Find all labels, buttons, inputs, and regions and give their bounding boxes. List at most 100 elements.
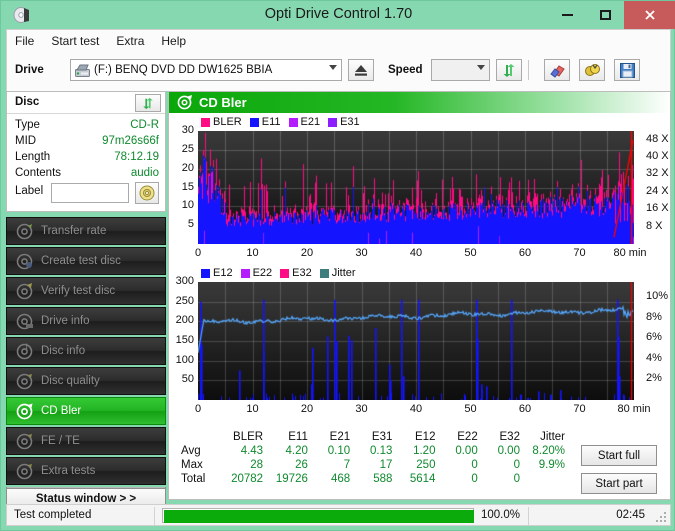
sidebar-item-label: CD Bler	[41, 405, 82, 417]
progress-fill	[164, 510, 474, 523]
maximize-icon	[599, 10, 611, 20]
axis-tick-label: 8 X	[646, 219, 663, 232]
axis-tick-label: 4%	[646, 351, 662, 364]
axis-tick-label: 20	[300, 247, 314, 259]
stats-header-row: BLER E11 E21 E31 E12 E22 E32 Jitter	[179, 430, 569, 444]
axis-tick-label: 80 min	[617, 403, 651, 415]
bler-chart: BLER E11 E21 E31 5 10 15 20 25 30 8 X 16 X 24 X…	[169, 113, 670, 268]
close-button[interactable]	[624, 1, 675, 29]
stats-cell: 5614	[409, 473, 436, 485]
label-pick-button[interactable]	[135, 182, 159, 204]
legend-item-e32: E32	[280, 267, 312, 279]
menu-item-file[interactable]: File	[15, 34, 34, 48]
bler-legend: BLER E11 E21 E31	[201, 116, 365, 128]
disc-row-key: Type	[15, 119, 40, 131]
disc-info-panel: Disc Type CD-R MID 97m26s66f Length 78:1…	[6, 91, 166, 212]
drive-select[interactable]: (F:) BENQ DVD DD DW1625 BBIA	[70, 59, 342, 81]
menu-item-extra[interactable]: Extra	[116, 34, 144, 48]
title-bar: Opti Drive Control 1.70	[1, 1, 675, 29]
speed-select[interactable]	[431, 59, 490, 81]
axis-tick-label: 10%	[646, 290, 669, 303]
e12-jitter-chart: E12 E22 E32 Jitter 50 100 150 200 250 300 2% 4…	[169, 264, 670, 424]
sidebar-item-create-test-disc[interactable]: Create test disc	[6, 247, 166, 275]
drive-select-value: (F:) BENQ DVD DD DW1625 BBIA	[94, 64, 273, 76]
menu-item-help[interactable]: Help	[161, 34, 186, 48]
stats-cell: 0	[513, 459, 520, 471]
stats-cell: 0	[471, 473, 478, 485]
label-key: Label	[15, 185, 44, 197]
stats-col-e12: E12	[415, 431, 436, 443]
axis-tick-label: 150	[175, 334, 194, 346]
disc-icon	[16, 313, 33, 329]
sidebar-item-disc-quality[interactable]: Disc quality	[6, 367, 166, 395]
sidebar-item-cd-bler[interactable]: CD Bler	[6, 397, 166, 425]
stats-cell: 250	[416, 459, 436, 471]
elapsed-time: 02:45	[616, 509, 645, 521]
legend-label: E22	[252, 267, 273, 279]
sidebar-item-label: Create test disc	[41, 255, 121, 267]
disc-refresh-button[interactable]	[135, 94, 161, 112]
legend-label: E21	[300, 116, 321, 128]
save-button[interactable]	[614, 59, 640, 81]
start-part-button[interactable]: Start part	[581, 473, 657, 494]
start-full-button[interactable]: Start full	[581, 445, 657, 466]
stats-cell: 468	[330, 473, 351, 485]
axis-tick-label: 0	[194, 403, 202, 415]
bookmark-button[interactable]	[579, 59, 605, 81]
stats-cell: 1.20	[413, 445, 436, 457]
bler-axis-ticks	[634, 131, 644, 244]
disc-icon	[16, 282, 33, 299]
legend-item-e12: E12	[201, 267, 233, 279]
e12-legend: E12 E22 E32 Jitter	[201, 267, 361, 279]
disc-icon	[139, 185, 155, 201]
resize-grip[interactable]	[656, 512, 666, 522]
disc-row-mid: MID 97m26s66f	[15, 135, 159, 152]
minimize-button[interactable]	[548, 1, 586, 29]
stats-row-label: Total	[181, 473, 206, 485]
drive-label: Drive	[15, 64, 44, 76]
main-panel-title: CD Bler	[199, 95, 247, 110]
table-row: Total 20782 19726 468 588 5614 0 0	[179, 472, 569, 486]
sidebar-item-verify-test-disc[interactable]: Verify test disc	[6, 277, 166, 305]
menu-bar: File Start test Extra Help	[6, 29, 671, 51]
stats-cell: 9.9%	[538, 459, 565, 471]
axis-tick-label: 80 min	[613, 247, 647, 259]
label-field-label: Label	[15, 185, 55, 202]
maximize-button[interactable]	[586, 1, 624, 29]
window-controls	[548, 1, 675, 29]
refresh-button[interactable]	[496, 59, 522, 81]
stats-cell	[524, 472, 569, 486]
sidebar-item-label: Verify test disc	[41, 285, 116, 297]
progress-bar	[162, 508, 474, 523]
sidebar-item-extra-tests[interactable]: Extra tests	[6, 457, 166, 485]
disc-icon	[16, 403, 33, 419]
drive-icon	[75, 64, 90, 77]
bler-plot-area	[198, 131, 634, 244]
axis-tick-label: 30	[181, 124, 194, 136]
axis-tick-label: 16 X	[646, 202, 669, 215]
app-window: Opti Drive Control 1.70 File Start test …	[0, 0, 675, 531]
axis-tick-label: 48 X	[646, 132, 669, 145]
main-panel-header: CD Bler	[169, 92, 670, 113]
coins-icon	[584, 63, 600, 76]
sidebar-item-fe-te[interactable]: FE / TE	[6, 427, 166, 455]
speed-label: Speed	[388, 64, 423, 76]
disc-icon	[16, 463, 33, 479]
sidebar-item-disc-info[interactable]: i Disc info	[6, 337, 166, 365]
stats-cell: 7	[343, 459, 351, 471]
eject-button[interactable]	[348, 59, 374, 81]
menu-item-start-test[interactable]: Start test	[51, 34, 99, 48]
erase-button[interactable]	[544, 59, 570, 81]
axis-tick-label: 10	[181, 199, 194, 212]
status-bar: Test completed 100.0% 02:45	[6, 504, 671, 526]
label-input[interactable]	[51, 183, 129, 203]
sidebar-item-drive-info[interactable]: Drive info	[6, 307, 166, 335]
disc-row-value: audio	[130, 167, 159, 179]
axis-tick-label: 40	[409, 403, 423, 415]
nav-list: Transfer rate Create test disc Verify te…	[6, 217, 166, 501]
disc-icon: i	[16, 343, 33, 359]
disc-icon	[16, 253, 33, 269]
disc-row-value: CD-R	[130, 119, 159, 131]
sidebar-item-transfer-rate[interactable]: Transfer rate	[6, 217, 166, 245]
eraser-icon	[549, 64, 565, 78]
